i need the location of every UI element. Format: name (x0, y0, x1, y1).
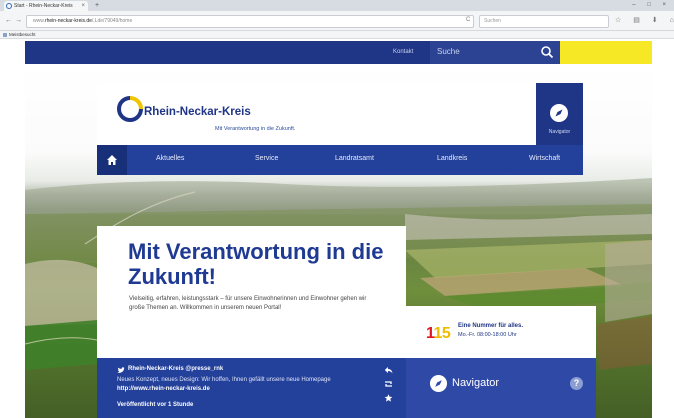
nav-item-landratsamt[interactable]: Landratsamt (335, 155, 374, 162)
compass-icon (429, 374, 448, 393)
main-navigation: Aktuelles Service Landratsamt Landkreis … (97, 145, 583, 175)
url-domain: rhein-neckar-kreis.de (44, 18, 92, 24)
window-controls[interactable]: – □ × (632, 0, 671, 10)
accent-bar (560, 41, 652, 64)
url-bar[interactable]: www.rhein-neckar-kreis.de/,Lde/79049/hom… (26, 15, 474, 28)
site-search-input[interactable]: Suche (430, 41, 560, 64)
nav-item-service[interactable]: Service (255, 155, 278, 162)
navigator-panel[interactable]: Navigator ? (406, 358, 596, 418)
tweet-body: Neues Konzept, neues Design: Wir hoffen,… (117, 377, 331, 383)
help-icon[interactable]: ? (570, 377, 583, 390)
browser-tab-title: Start - Rhein-Neckar-Kreis (14, 3, 73, 9)
nav-item-wirtschaft[interactable]: Wirtschaft (529, 155, 560, 162)
nav-item-aktuelles[interactable]: Aktuelles (156, 155, 184, 162)
browser-search-input[interactable]: Suchen (479, 15, 609, 28)
service-115-card[interactable]: 115 Eine Nummer für alles. Mo.-Fr. 08:00… (406, 306, 596, 358)
bookmarks-bar: Meistbesucht (0, 31, 674, 39)
site-logo-name[interactable]: Rhein-Neckar-Kreis (144, 106, 251, 118)
service-115-number: 115 (426, 325, 451, 343)
url-path: /,Lde/79049/home (91, 18, 133, 24)
site-top-bar: Kontakt Suche (25, 41, 652, 64)
number-fifteen: 15 (433, 325, 451, 342)
headline-title: Mit Verantwortung in die Zukunft! (128, 239, 384, 289)
headline-body: Vielseitig, erfahren, leistungsstark – f… (129, 296, 367, 311)
back-arrow-icon[interactable]: ← (5, 17, 12, 25)
browser-toolbar-icons[interactable]: ☆ ▤ ⬇ ⌂ ≡ (615, 16, 674, 26)
reload-icon[interactable]: C (466, 17, 470, 23)
twitter-bird-icon (117, 367, 125, 373)
tweet-text: Neues Konzept, neues Design: Wir hoffen,… (117, 376, 379, 393)
retweet-icon[interactable] (384, 380, 393, 388)
service-115-hours: Mo.-Fr. 08:00-18:00 Uhr (458, 332, 517, 338)
headline-card: Mit Verantwortung in die Zukunft! Vielse… (97, 226, 406, 358)
twitter-feed: Rhein-Neckar-Kreis @presse_rnk Neues Kon… (97, 358, 406, 418)
favorite-star-icon[interactable] (384, 394, 393, 402)
tweet-timestamp: Veröffentlicht vor 1 Stunde (117, 402, 194, 408)
search-icon[interactable] (540, 45, 554, 59)
logo-card: Rhein-Neckar-Kreis Mit Verantwortung in … (97, 83, 536, 145)
tweet-author[interactable]: Rhein-Neckar-Kreis @presse_rnk (128, 366, 223, 372)
number-one: 1 (426, 325, 434, 342)
navigator-button[interactable]: Navigator (536, 83, 583, 145)
navigator-panel-label: Navigator (452, 377, 500, 389)
nav-item-landkreis[interactable]: Landkreis (437, 155, 467, 162)
site-tagline: Mit Verantwortung in die Zukunft. (215, 126, 296, 132)
logo-ring-icon[interactable] (117, 96, 143, 122)
bookmark-folder-icon (3, 33, 7, 37)
reply-icon[interactable] (384, 366, 393, 374)
compass-icon (550, 104, 568, 122)
tweet-link[interactable]: http://www.rhein-neckar-kreis.de (117, 386, 210, 392)
favicon-icon (6, 3, 12, 9)
site-search-placeholder: Suche (437, 47, 460, 56)
new-tab-button[interactable]: + (92, 1, 102, 10)
tab-close-icon[interactable]: × (81, 1, 85, 11)
navigator-button-label: Navigator (548, 129, 571, 135)
bookmark-meistbesucht[interactable]: Meistbesucht (9, 32, 36, 37)
forward-arrow-icon[interactable]: → (15, 17, 22, 25)
browser-search-placeholder: Suchen (484, 18, 501, 24)
browser-tab[interactable]: Start - Rhein-Neckar-Kreis × (4, 1, 88, 11)
home-tab[interactable] (97, 145, 127, 175)
browser-tab-bar: Start - Rhein-Neckar-Kreis × + – □ × (0, 0, 674, 11)
browser-navigation-bar: ← → www.rhein-neckar-kreis.de/,Lde/79049… (0, 11, 674, 31)
kontakt-link[interactable]: Kontakt (393, 47, 413, 57)
service-115-title: Eine Nummer für alles. (458, 323, 524, 329)
home-icon (107, 155, 117, 165)
url-prefix: www. (33, 18, 45, 24)
